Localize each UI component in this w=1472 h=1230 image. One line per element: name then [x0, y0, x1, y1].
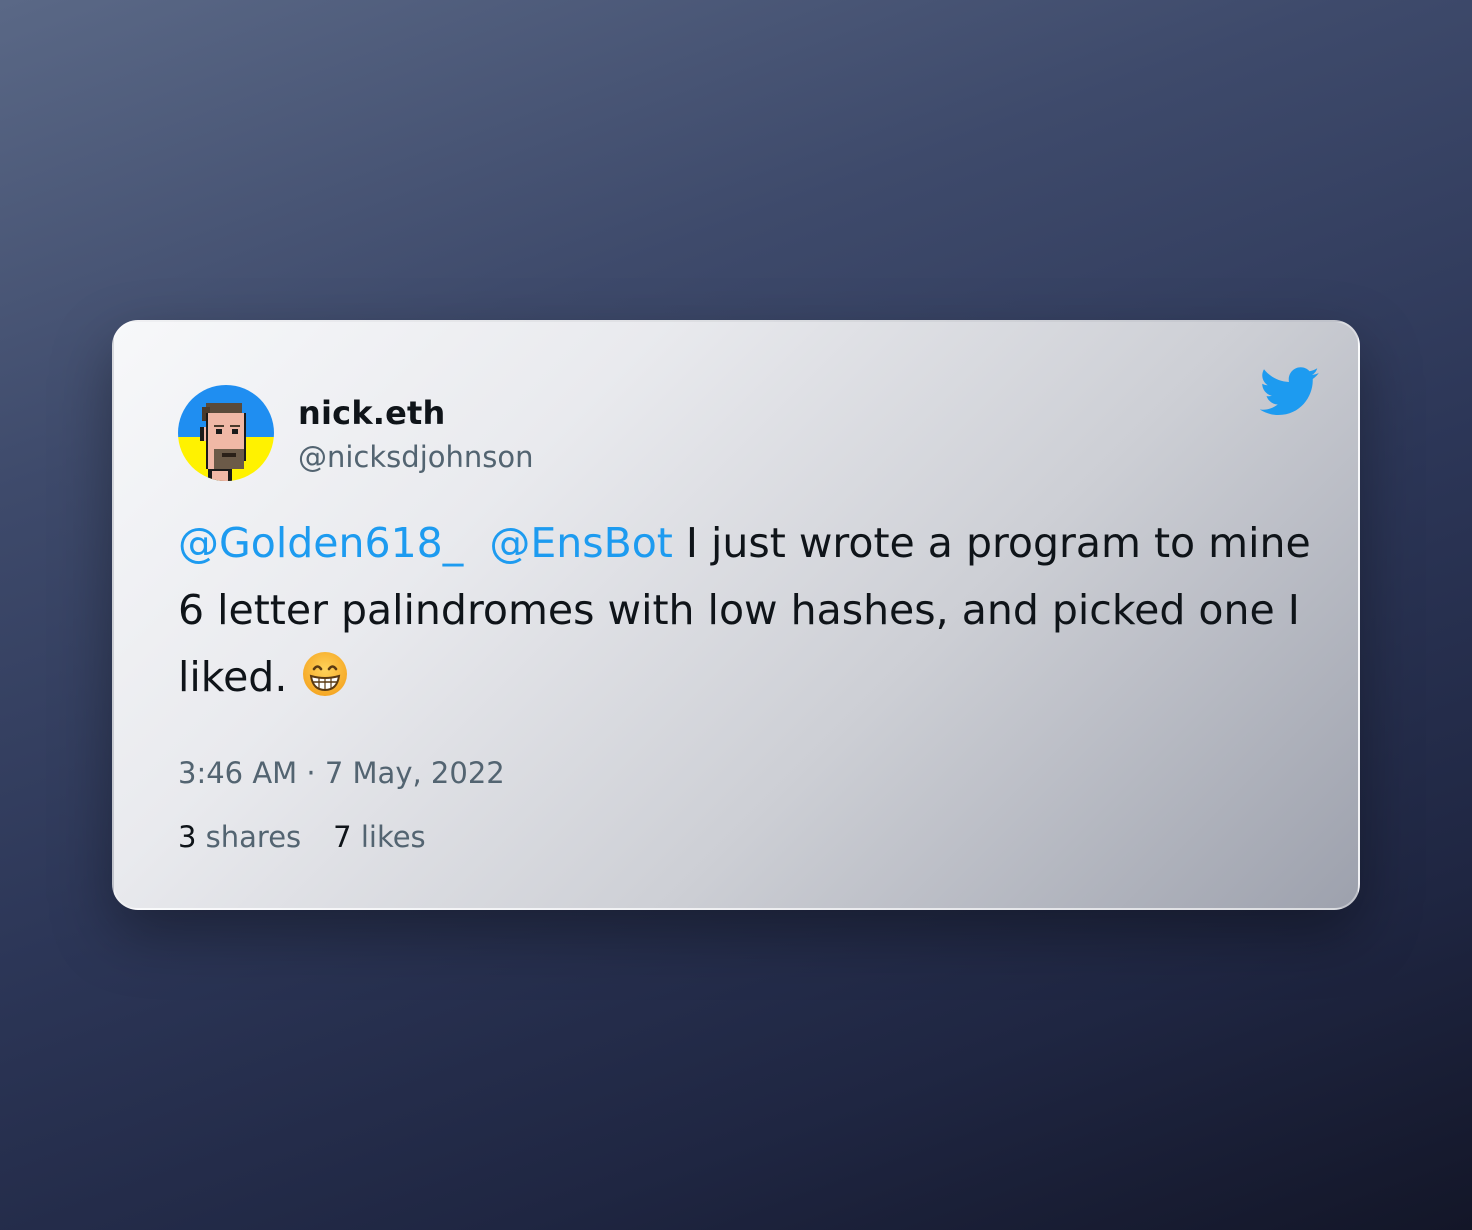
avatar[interactable] [178, 385, 274, 481]
likes-stat[interactable]: 7 likes [333, 820, 426, 854]
shares-stat[interactable]: 3 shares [178, 820, 301, 854]
pixel-punk-avatar-image [178, 385, 274, 481]
shares-count: 3 [178, 820, 197, 854]
tweet-timestamp[interactable]: 3:46 AM · 7 May, 2022 [178, 756, 505, 790]
tweet-card: nick.eth @nicksdjohnson @Golden618_ @Ens… [112, 320, 1360, 910]
author-display-name[interactable]: nick.eth [298, 394, 446, 432]
likes-label: likes [360, 820, 426, 854]
twitter-bird-icon[interactable] [1260, 366, 1320, 418]
grinning-face-emoji-icon [301, 650, 349, 718]
mention-link-golden618[interactable]: @Golden618_ [178, 519, 463, 567]
tweet-body: @Golden618_ @EnsBot I just wrote a progr… [178, 510, 1318, 718]
mention-link-ensbot[interactable]: @EnsBot [489, 519, 673, 567]
engagement-stats: 3 shares 7 likes [178, 820, 426, 854]
likes-count: 7 [333, 820, 352, 854]
shares-label: shares [205, 820, 302, 854]
author-handle[interactable]: @nicksdjohnson [298, 440, 533, 474]
